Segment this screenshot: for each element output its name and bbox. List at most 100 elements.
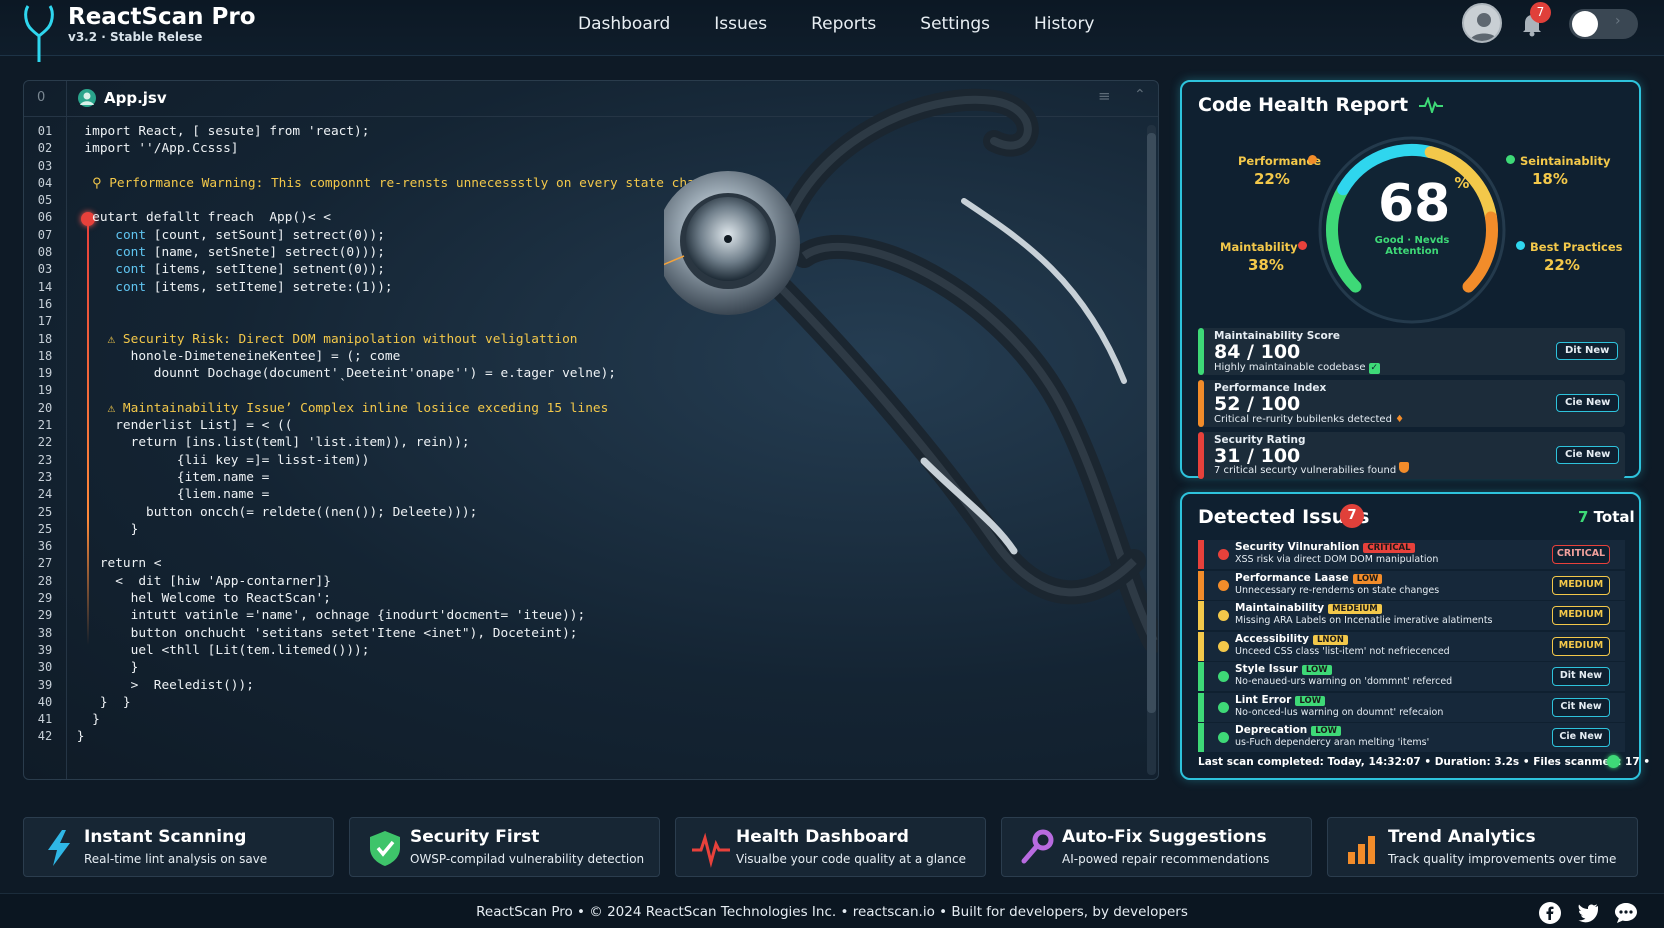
score-value: 84 / 100	[1214, 341, 1301, 363]
performance-index-row: Performance Index 52 / 100 Critical re-r…	[1198, 380, 1625, 427]
toggle-knob	[1572, 11, 1598, 37]
react-file-icon	[78, 89, 96, 107]
theme-toggle[interactable]: ›	[1569, 9, 1638, 39]
heartbeat-icon	[692, 832, 730, 868]
nav-settings[interactable]: Settings	[898, 0, 1012, 56]
nav-dashboard[interactable]: Dashboard	[556, 0, 692, 56]
issue-action-button[interactable]: MEDIUM	[1552, 636, 1610, 656]
metric-performance-value: 22%	[1254, 170, 1290, 188]
issue-status-dot	[1218, 640, 1229, 652]
issue-row[interactable]: Accessibility LNON Unceed CSS class 'list-…	[1198, 631, 1625, 661]
issue-name: Deprecation LOW	[1235, 724, 1341, 736]
metric-sustainability-dot	[1506, 155, 1515, 164]
notification-badge: 7	[1530, 2, 1551, 23]
issue-action-button[interactable]: Dit New	[1552, 667, 1610, 686]
issue-severity-bar	[1198, 692, 1204, 722]
line-number: 24	[37, 487, 53, 502]
facebook-icon[interactable]	[1538, 901, 1562, 925]
feature-title: Auto-Fix Suggestions	[1062, 827, 1267, 847]
issues-total: 7 Total	[1578, 508, 1635, 526]
view-button[interactable]: Dit New	[1556, 342, 1619, 360]
feature-title: Security First	[410, 827, 540, 847]
twitter-icon[interactable]	[1576, 901, 1600, 925]
nav-reports[interactable]: Reports	[789, 0, 898, 56]
issue-severity-bar	[1198, 540, 1204, 569]
line-number: 08	[37, 245, 53, 260]
issue-action-button[interactable]: MEDIUM	[1552, 575, 1610, 595]
issue-desc: us-Fuch dependercy aran melting 'items'	[1235, 737, 1430, 748]
editor-tab-index: 0	[37, 90, 46, 105]
nav-history[interactable]: History	[1012, 0, 1116, 56]
issue-row[interactable]: Performance Laase LOW Unnecessary re-rende…	[1198, 570, 1625, 600]
feature-health-dashboard[interactable]: Health Dashboard Visualbe your code qual…	[675, 817, 986, 877]
feature-instant-scanning[interactable]: Instant Scanning Real-time lint analysis…	[23, 817, 334, 877]
line-number: 19	[37, 383, 53, 398]
issue-name: Accessibility LNON	[1235, 633, 1348, 645]
gauge-score: 68%	[1378, 174, 1469, 234]
issue-row[interactable]: Style Issur LOW No-enaued-urs warning on '…	[1198, 662, 1625, 691]
line-number: 30	[37, 660, 53, 675]
editor-filename[interactable]: App.jsv	[104, 89, 167, 107]
issue-status-dot	[1218, 732, 1229, 743]
stethoscope-illustration	[664, 88, 1158, 653]
line-number: 01	[37, 124, 53, 138]
feature-title: Health Dashboard	[736, 827, 909, 847]
view-button[interactable]: Cie New	[1556, 446, 1620, 464]
issue-name: Performance Laase LOW	[1235, 572, 1383, 584]
chat-icon[interactable]	[1614, 901, 1638, 925]
issue-row[interactable]: Lint Error LOW No-onced-lus warning on dou…	[1198, 692, 1625, 722]
lightning-icon	[48, 830, 70, 866]
issue-desc: Unceed CSS class 'list-item' not nefriec…	[1235, 645, 1450, 657]
issue-severity-bar	[1198, 601, 1204, 630]
line-number: 42	[37, 729, 53, 744]
score-accent-bar	[1198, 380, 1204, 427]
stethoscope-logo-icon[interactable]	[22, 2, 56, 64]
code-editor: 0 App.jsv ≡ ⌃ 01 02 03 04 05 06 07 08 03 14 16 17 18…	[23, 80, 1159, 780]
user-avatar-icon[interactable]	[1462, 3, 1502, 43]
issue-action-button[interactable]: Cie New	[1552, 728, 1610, 747]
line-number: 39	[37, 642, 53, 657]
issue-action-button[interactable]: CRITICAL	[1552, 545, 1610, 564]
line-number: 23	[37, 452, 53, 467]
feature-title: Instant Scanning	[84, 827, 247, 847]
score-desc: 7 critical securty vulnerabilies found	[1214, 462, 1410, 476]
issue-name-text: Style Issur	[1235, 663, 1298, 675]
gauge-score-value: 68	[1378, 174, 1451, 234]
metric-sustainability-value: 18%	[1532, 170, 1568, 188]
scrollbar-thumb[interactable]	[1147, 133, 1156, 713]
nav-issues[interactable]: Issues	[692, 0, 789, 56]
issue-severity-tag: LNON	[1312, 634, 1348, 645]
feature-trend-analytics[interactable]: Trend Analytics Track quality improvemen…	[1327, 817, 1638, 877]
line-number: 25	[37, 521, 53, 536]
issue-desc: No-onced-lus warning on doumnt' refecaio…	[1235, 706, 1444, 718]
feature-auto-fix[interactable]: Auto-Fix Suggestions AI-powed repair rec…	[1001, 817, 1312, 877]
line-number: 21	[37, 418, 53, 433]
view-button[interactable]: Cie New	[1556, 394, 1620, 412]
line-number: 07	[37, 227, 53, 242]
issue-severity-bar	[1198, 723, 1204, 752]
score-desc: Highly maintainable codebase ✓	[1214, 362, 1380, 374]
issue-status-dot	[1218, 549, 1229, 560]
line-number: 36	[37, 539, 53, 554]
page-footer: ReactScan Pro • © 2024 ReactScan Technol…	[0, 893, 1664, 928]
editor-scrollbar[interactable]	[1147, 125, 1156, 775]
issue-severity-tag: LOW	[1352, 573, 1383, 584]
issue-row[interactable]: Deprecation LOW us-Fuch dependercy aran me…	[1198, 723, 1625, 752]
issue-status-dot	[1218, 701, 1229, 713]
keyword-token: cont	[115, 245, 147, 261]
line-number: 29	[37, 608, 53, 623]
metric-best-practices-label: Best Practices	[1530, 240, 1623, 254]
issue-action-button[interactable]: Cit New	[1552, 697, 1610, 717]
feature-security-first[interactable]: Security First OWSP-compilad vulnerabili…	[349, 817, 660, 877]
score-accent-bar	[1198, 328, 1204, 375]
issue-severity-bar	[1198, 631, 1204, 661]
issue-desc: Missing ARA Labels on Incenatlie imerati…	[1235, 615, 1493, 626]
issue-name-text: Maintainability	[1235, 602, 1325, 614]
issue-action-button[interactable]: MEDIUM	[1552, 606, 1610, 625]
issue-row[interactable]: Maintainability MEDEIUM Missing ARA Labels…	[1198, 601, 1625, 630]
line-number: 27	[37, 556, 53, 571]
issue-name-text: Lint Error	[1235, 693, 1292, 706]
app-title: ReactScan Pro	[68, 4, 256, 30]
footer-text: ReactScan Pro • © 2024 ReactScan Technol…	[476, 904, 1188, 920]
issue-row[interactable]: Security Vilnurahlion CRITICAL XSS risk vi…	[1198, 540, 1625, 569]
